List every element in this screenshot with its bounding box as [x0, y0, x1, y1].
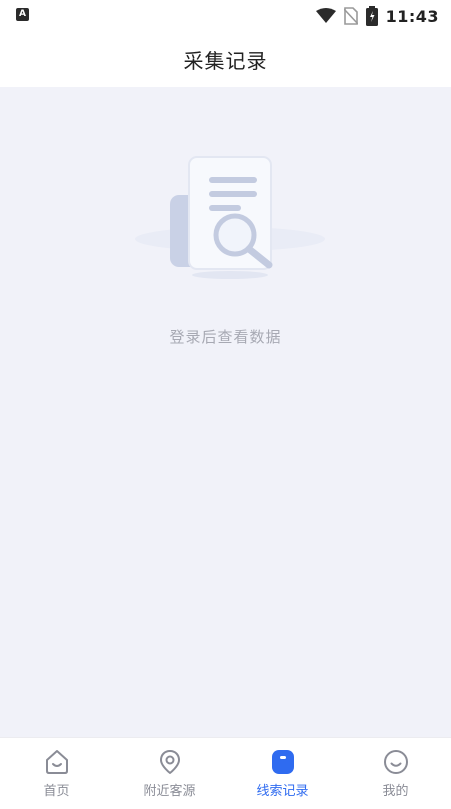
home-icon — [43, 748, 71, 776]
page-header: 采集记录 — [0, 32, 451, 87]
tab-profile[interactable]: 我的 — [339, 738, 451, 809]
tab-clue-records-label: 线索记录 — [256, 784, 309, 799]
status-time: 11:43 — [385, 6, 439, 26]
tab-home[interactable]: 首页 — [0, 738, 113, 809]
location-pin-icon — [156, 748, 184, 776]
bottom-tab-bar: 首页 附近客源 线索记录 我的 — [0, 737, 451, 809]
notification-icon: A — [16, 8, 29, 21]
no-sim-icon — [343, 7, 358, 25]
status-indicators: 11:43 — [315, 5, 439, 27]
battery-icon — [365, 6, 378, 26]
empty-document-search-illustration — [135, 156, 325, 279]
tab-profile-label: 我的 — [382, 784, 409, 799]
status-bar: A 11:43 — [0, 0, 451, 32]
wifi-icon — [315, 8, 336, 23]
tab-clue-records[interactable]: 线索记录 — [226, 738, 339, 809]
tab-nearby-customers-label: 附近客源 — [143, 784, 196, 799]
profile-icon — [382, 748, 410, 776]
tab-nearby-customers[interactable]: 附近客源 — [113, 738, 226, 809]
empty-state-area: 登录后查看数据 — [0, 87, 451, 737]
page-title: 采集记录 — [183, 49, 268, 73]
empty-state-message: 登录后查看数据 — [169, 328, 282, 346]
clue-record-icon — [269, 748, 297, 776]
tab-home-label: 首页 — [43, 784, 70, 799]
